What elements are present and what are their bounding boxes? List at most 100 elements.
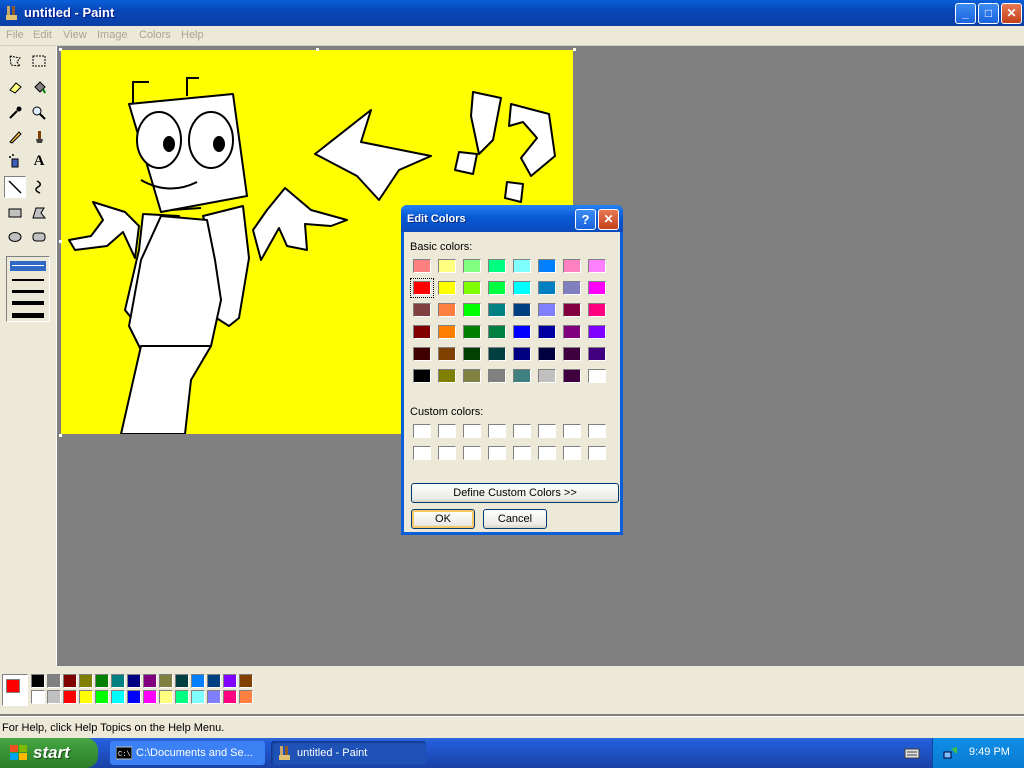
basic-color-swatch[interactable] xyxy=(513,369,531,383)
keyboard-icon[interactable] xyxy=(904,746,920,760)
custom-color-swatch[interactable] xyxy=(538,424,556,438)
palette-color-swatch[interactable] xyxy=(31,674,45,688)
custom-color-swatch[interactable] xyxy=(438,446,456,460)
menu-help[interactable]: Help xyxy=(181,29,204,41)
curve-icon[interactable] xyxy=(28,176,50,198)
basic-color-swatch[interactable] xyxy=(488,281,506,295)
basic-color-swatch[interactable] xyxy=(513,325,531,339)
palette-color-swatch[interactable] xyxy=(79,674,93,688)
airbrush-icon[interactable] xyxy=(4,150,26,172)
basic-color-swatch[interactable] xyxy=(488,325,506,339)
basic-color-swatch[interactable] xyxy=(588,259,606,273)
palette-color-swatch[interactable] xyxy=(239,674,253,688)
rect-select-icon[interactable] xyxy=(28,50,50,72)
palette-color-swatch[interactable] xyxy=(95,674,109,688)
menu-edit[interactable]: Edit xyxy=(33,29,52,41)
canvas-resize-handle[interactable] xyxy=(59,434,62,437)
palette-color-swatch[interactable] xyxy=(175,690,189,704)
palette-color-swatch[interactable] xyxy=(143,674,157,688)
basic-color-swatch[interactable] xyxy=(463,259,481,273)
cancel-button[interactable]: Cancel xyxy=(483,509,547,529)
basic-color-swatch[interactable] xyxy=(463,325,481,339)
fill-bucket-icon[interactable] xyxy=(28,76,50,98)
pencil-icon[interactable] xyxy=(4,126,26,148)
palette-color-swatch[interactable] xyxy=(47,674,61,688)
palette-color-swatch[interactable] xyxy=(111,690,125,704)
line-width-5[interactable] xyxy=(12,313,44,318)
minimize-button[interactable]: _ xyxy=(955,3,976,24)
basic-color-swatch[interactable] xyxy=(438,325,456,339)
palette-color-swatch[interactable] xyxy=(63,674,77,688)
basic-color-swatch[interactable] xyxy=(413,303,431,317)
custom-color-swatch[interactable] xyxy=(538,446,556,460)
basic-color-swatch[interactable] xyxy=(438,347,456,361)
canvas-resize-handle[interactable] xyxy=(59,240,62,243)
dialog-help-button[interactable]: ? xyxy=(575,209,596,230)
basic-color-swatch[interactable] xyxy=(563,347,581,361)
basic-color-swatch[interactable] xyxy=(538,347,556,361)
rectangle-icon[interactable] xyxy=(4,202,26,224)
start-button[interactable]: start xyxy=(0,738,98,768)
custom-color-swatch[interactable] xyxy=(588,424,606,438)
palette-color-swatch[interactable] xyxy=(79,690,93,704)
basic-color-swatch[interactable] xyxy=(488,259,506,273)
define-custom-colors-button[interactable]: Define Custom Colors >> xyxy=(411,483,619,503)
basic-color-swatch[interactable] xyxy=(438,259,456,273)
custom-color-swatch[interactable] xyxy=(563,424,581,438)
custom-color-swatch[interactable] xyxy=(513,446,531,460)
basic-color-swatch[interactable] xyxy=(563,303,581,317)
palette-color-swatch[interactable] xyxy=(127,690,141,704)
text-tool-icon[interactable]: A xyxy=(28,150,50,172)
basic-color-swatch[interactable] xyxy=(588,325,606,339)
basic-color-swatch[interactable] xyxy=(438,303,456,317)
basic-color-swatch[interactable] xyxy=(563,281,581,295)
menu-image[interactable]: Image xyxy=(97,29,128,41)
basic-color-swatch[interactable] xyxy=(438,369,456,383)
basic-color-swatch[interactable] xyxy=(463,347,481,361)
palette-color-swatch[interactable] xyxy=(159,674,173,688)
palette-color-swatch[interactable] xyxy=(95,690,109,704)
menu-colors[interactable]: Colors xyxy=(139,29,171,41)
line-icon[interactable] xyxy=(4,176,26,198)
basic-color-swatch[interactable] xyxy=(588,303,606,317)
menu-view[interactable]: View xyxy=(63,29,87,41)
menu-file[interactable]: File xyxy=(6,29,24,41)
network-icon[interactable] xyxy=(943,746,959,760)
basic-color-swatch[interactable] xyxy=(563,369,581,383)
maximize-button[interactable]: □ xyxy=(978,3,999,24)
basic-color-swatch[interactable] xyxy=(538,259,556,273)
custom-color-swatch[interactable] xyxy=(588,446,606,460)
palette-color-swatch[interactable] xyxy=(207,690,221,704)
custom-color-swatch[interactable] xyxy=(413,446,431,460)
basic-color-swatch[interactable] xyxy=(513,259,531,273)
basic-color-swatch[interactable] xyxy=(410,278,434,298)
free-form-select-icon[interactable] xyxy=(4,50,26,72)
basic-color-swatch[interactable] xyxy=(563,259,581,273)
basic-color-swatch[interactable] xyxy=(413,259,431,273)
palette-color-swatch[interactable] xyxy=(223,690,237,704)
basic-color-swatch[interactable] xyxy=(588,369,606,383)
eraser-icon[interactable] xyxy=(4,76,26,98)
basic-color-swatch[interactable] xyxy=(463,369,481,383)
custom-color-swatch[interactable] xyxy=(463,446,481,460)
custom-color-swatch[interactable] xyxy=(463,424,481,438)
custom-color-swatch[interactable] xyxy=(413,424,431,438)
magnifier-icon[interactable] xyxy=(28,102,50,124)
ok-button[interactable]: OK xyxy=(411,509,475,529)
brush-icon[interactable] xyxy=(28,126,50,148)
basic-color-swatch[interactable] xyxy=(488,369,506,383)
task-paint-window[interactable]: untitled - Paint xyxy=(271,741,426,765)
palette-color-swatch[interactable] xyxy=(159,690,173,704)
palette-color-swatch[interactable] xyxy=(191,674,205,688)
custom-color-swatch[interactable] xyxy=(513,424,531,438)
basic-color-swatch[interactable] xyxy=(588,347,606,361)
polygon-icon[interactable] xyxy=(28,202,50,224)
dialog-close-button[interactable]: ✕ xyxy=(598,209,619,230)
color-picker-icon[interactable] xyxy=(4,102,26,124)
canvas-resize-handle[interactable] xyxy=(316,48,319,51)
basic-color-swatch[interactable] xyxy=(463,303,481,317)
palette-color-swatch[interactable] xyxy=(111,674,125,688)
basic-color-swatch[interactable] xyxy=(488,347,506,361)
basic-color-swatch[interactable] xyxy=(488,303,506,317)
basic-color-swatch[interactable] xyxy=(563,325,581,339)
